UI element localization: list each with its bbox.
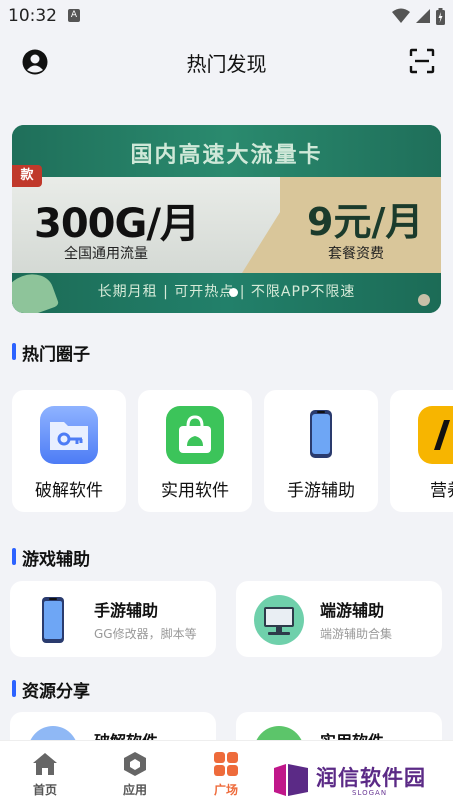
carousel-indicator — [229, 288, 238, 297]
signal-icon — [416, 9, 430, 23]
yellow-app-icon — [418, 406, 453, 464]
tool-card-pc-assist[interactable]: 端游辅助 端游辅助合集 — [236, 581, 442, 657]
circle-card-mobile-assist[interactable]: 手游辅助 — [264, 390, 378, 512]
banner-diagonal — [242, 177, 302, 273]
circle-card-nutrition[interactable]: 营养 — [390, 390, 453, 512]
tool-desc: 端游辅助合集 — [320, 627, 393, 641]
banner-footer: 长期月租 | 可开热点 | 不限APP不限速 — [97, 284, 356, 300]
section-title-hot-circles: 热门圈子 — [12, 340, 90, 365]
wifi-icon — [392, 8, 410, 23]
watermark-text: 润信软件园 — [316, 766, 426, 790]
page-title: 热门发现 — [186, 52, 267, 76]
shopping-bag-icon — [166, 406, 224, 464]
status-time: 10:32 — [8, 6, 57, 26]
circle-card-crack[interactable]: 破解软件 — [12, 390, 126, 512]
watermark-logo-icon — [274, 764, 308, 796]
banner-data-amount: 300G/月 — [34, 201, 200, 247]
battery-icon — [436, 7, 445, 25]
banner-tag: 款 — [12, 165, 42, 187]
notification-icon: A — [68, 9, 80, 22]
circle-label: 营养 — [430, 481, 453, 501]
circle-label: 实用软件 — [161, 481, 229, 501]
phone-icon — [310, 410, 332, 458]
cube-icon — [124, 752, 146, 776]
tab-label: 首页 — [32, 783, 57, 797]
circle-card-utility[interactable]: 实用软件 — [138, 390, 252, 512]
tab-home[interactable]: 首页 — [0, 741, 90, 805]
banner-fee: 9元/月 — [307, 200, 424, 244]
section-title-resource-share: 资源分享 — [12, 677, 90, 702]
phone-icon — [42, 597, 64, 643]
banner-headline: 国内高速大流量卡 — [130, 143, 323, 168]
tab-square[interactable]: 广场 — [181, 741, 271, 805]
banner-fee-desc: 套餐资费 — [328, 246, 384, 262]
status-icons — [392, 7, 445, 25]
grid-icon — [214, 752, 238, 776]
tool-desc: GG修改器，脚本等 — [94, 627, 197, 641]
section-title-game-assist: 游戏辅助 — [12, 545, 90, 570]
watermark-slogan: SLOGAN — [352, 789, 388, 797]
status-bar: 10:32 A — [0, 0, 453, 32]
hot-circles-row[interactable]: 破解软件 实用软件 手游辅助 营养 — [12, 390, 453, 512]
home-icon — [33, 753, 57, 775]
monitor-icon — [254, 595, 304, 645]
tool-title: 手游辅助 — [94, 601, 159, 620]
tab-label: 广场 — [213, 783, 238, 797]
tool-card-mobile-assist[interactable]: 手游辅助 GG修改器，脚本等 — [10, 581, 216, 657]
tab-label: 应用 — [122, 783, 147, 797]
circle-label: 破解软件 — [35, 481, 103, 501]
banner-dot-decoration — [418, 294, 430, 306]
circle-label: 手游辅助 — [287, 481, 355, 501]
tab-apps[interactable]: 应用 — [90, 741, 180, 805]
tool-title: 端游辅助 — [320, 601, 385, 620]
banner-data-desc: 全国通用流量 — [64, 246, 148, 262]
scan-icon[interactable] — [409, 48, 435, 74]
app-header: 热门发现 — [0, 32, 453, 92]
promo-banner[interactable]: 国内高速大流量卡 款 300G/月 全国通用流量 9元/月 套餐资费 长期月租 … — [12, 125, 441, 313]
watermark: 润信软件园 SLOGAN — [272, 760, 442, 800]
folder-key-icon — [40, 406, 98, 464]
